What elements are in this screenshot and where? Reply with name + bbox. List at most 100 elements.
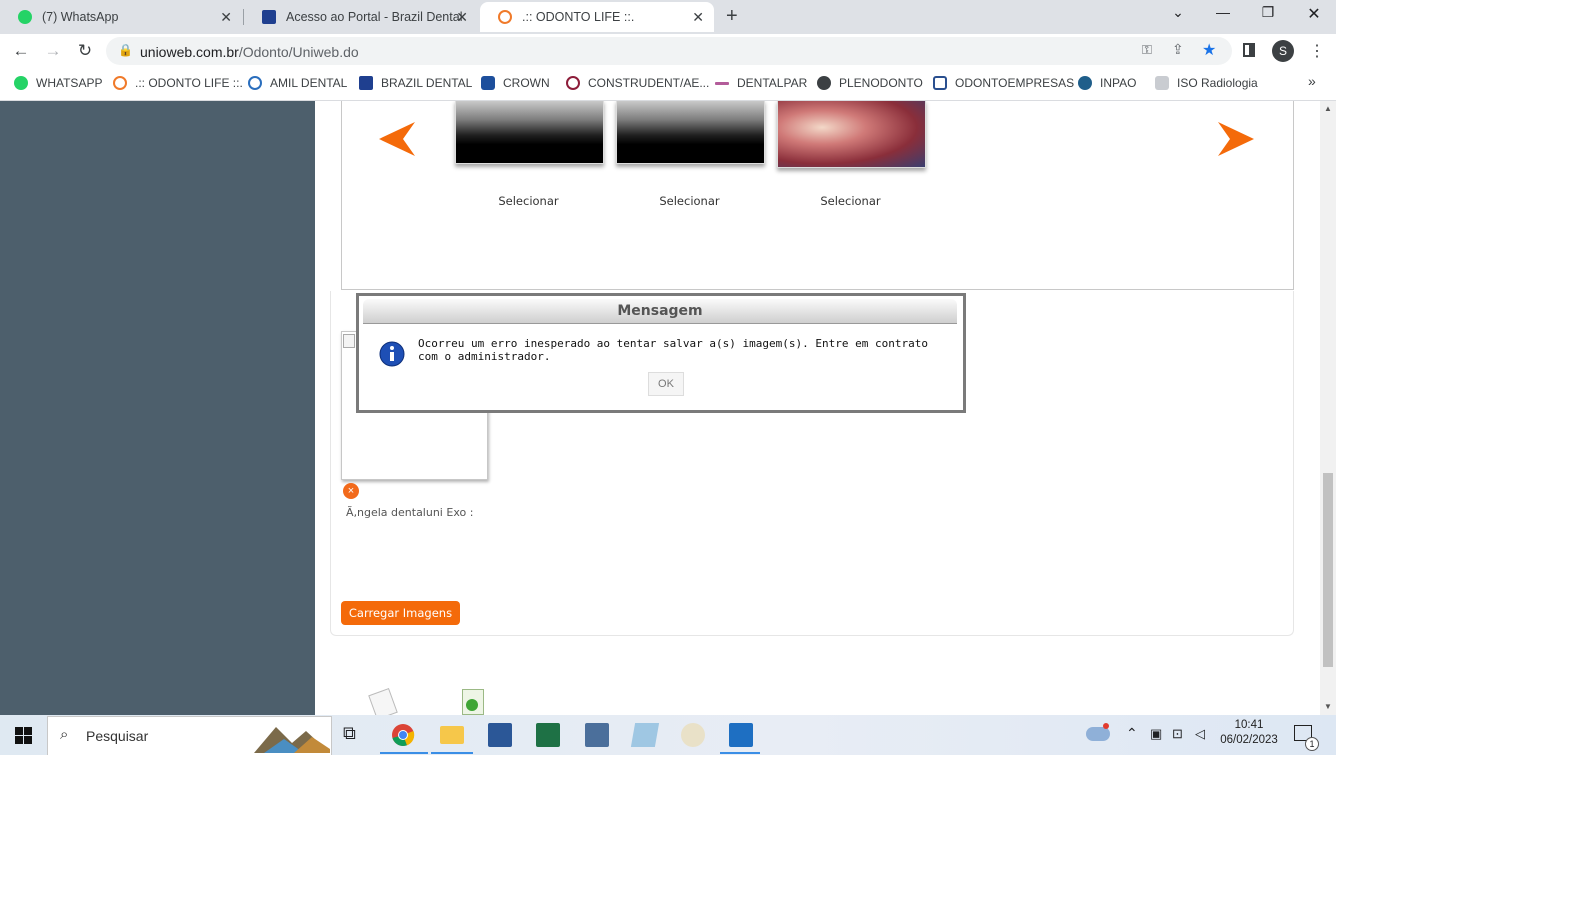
message-dialog: Mensagem Ocorreu um erro inesperado ao t… [356,293,966,413]
notification-count-badge: 1 [1305,737,1319,751]
chrome-icon[interactable] [391,723,415,747]
dialog-ok-button[interactable]: OK [648,372,684,396]
bookmark-iso-radiologia[interactable]: ISO Radiologia [1155,76,1258,90]
close-tab-icon[interactable]: ✕ [220,9,232,26]
weather-cloud-icon[interactable] [1086,727,1110,741]
scroll-up-icon[interactable]: ▲ [1324,104,1332,113]
select-link-1[interactable]: Selecionar [455,194,602,208]
check-icon [466,699,478,711]
tooth-icon [933,76,947,90]
lock-icon: 🔒 [118,43,133,57]
address-bar[interactable]: 🔒 unioweb.com.br/Odonto/Uniweb.do ⚿ ⇪ ★ [106,37,1232,65]
side-panel-icon[interactable] [1243,43,1255,57]
show-hidden-icons-icon[interactable]: ⌃ [1126,725,1138,742]
close-tab-icon[interactable]: ✕ [692,9,704,26]
share-icon[interactable]: ⇪ [1172,41,1184,58]
thumbnail-xray-1[interactable] [455,101,604,164]
tab-search-icon[interactable]: ⌄ [1166,4,1190,26]
volume-muted-icon[interactable]: ◁ [1195,726,1205,742]
back-icon[interactable]: ← [10,40,32,62]
profile-avatar[interactable]: S [1272,40,1294,62]
inpao-icon [1078,76,1092,90]
thumbnail-photo-mouth[interactable] [777,101,926,168]
photos-icon[interactable] [729,723,753,747]
clock[interactable]: 10:41 06/02/2023 [1218,719,1280,746]
network-icon[interactable]: ⊡ [1172,726,1183,742]
new-tab-button[interactable]: + [726,5,738,28]
close-tab-icon[interactable]: ✕ [456,9,468,26]
file-explorer-icon[interactable] [440,726,464,744]
left-sidebar [0,101,315,715]
construdent-icon [566,76,580,90]
image-check-icon[interactable] [462,689,484,715]
whatsapp-icon [18,10,32,24]
scroll-down-icon[interactable]: ▼ [1324,702,1332,711]
bookmark-construdent[interactable]: CONSTRUDENT/AE... [566,76,709,90]
task-view-icon[interactable]: ⧉ [343,723,367,747]
word-icon[interactable] [488,723,512,747]
key-icon[interactable]: ⚿ [1142,42,1152,58]
iso-icon [1155,76,1169,90]
scrollbar-thumb[interactable] [1323,473,1333,667]
select-link-2[interactable]: Selecionar [616,194,763,208]
taskbar-search-placeholder: Pesquisar [86,728,149,744]
forward-icon[interactable]: → [42,40,64,62]
brazil-dental-icon [262,10,276,24]
select-link-3[interactable]: Selecionar [777,194,924,208]
brazil-dental-icon [359,76,373,90]
prev-arrow-icon[interactable] [379,122,415,156]
minimize-icon[interactable]: — [1211,4,1235,26]
bookmark-crown[interactable]: CROWN [481,76,550,90]
thumbnail-xray-2[interactable] [616,101,765,164]
reload-icon[interactable]: ↻ [74,40,96,62]
paint-icon[interactable] [681,723,705,747]
page-content: Selecionar Selecionar Selecionar × Ã‚nge… [0,101,1320,715]
tab-title: Acesso ao Portal - Brazil Dental [286,10,463,24]
menu-kebab-icon[interactable]: ⋮ [1309,41,1325,61]
excel-icon[interactable] [536,723,560,747]
screen: (7) WhatsApp ✕ Acesso ao Portal - Brazil… [0,0,1336,755]
dialog-message: Ocorreu um erro inesperado ao tentar sal… [418,337,928,363]
weather-alert-dot [1103,723,1109,729]
bookmark-amil-dental[interactable]: AMIL DENTAL [248,76,347,90]
windows-taskbar: ⌕ Pesquisar ⧉ ⌃ ▣ ⊡ ◁ 10:41 06/02/2023 1 [0,715,1336,755]
globe-icon [817,76,831,90]
bookmarks-overflow-icon[interactable]: » [1308,73,1316,89]
search-icon: ⌕ [60,726,69,743]
browser-tab-bar: (7) WhatsApp ✕ Acesso ao Portal - Brazil… [0,0,1336,34]
meet-icon[interactable]: ▣ [1150,726,1162,742]
tab-title: .:: ODONTO LIFE ::. [522,10,635,24]
tab-whatsapp[interactable]: (7) WhatsApp ✕ [0,2,242,32]
close-window-icon[interactable]: ✕ [1302,4,1326,26]
tab-title: (7) WhatsApp [42,10,119,24]
amil-icon [248,76,262,90]
bookmark-odontoempresas[interactable]: ODONTOEMPRESAS [933,76,1074,90]
document-icon[interactable] [368,688,398,715]
bookmark-whatsapp[interactable]: WHATSAPP [14,76,102,90]
dialog-title: Mensagem [363,299,957,324]
page-scrollbar[interactable]: ▲ ▼ [1320,101,1336,715]
url-text: unioweb.com.br/Odonto/Uniweb.do [140,44,359,60]
upload-images-button[interactable]: Carregar Imagens [341,601,460,625]
tab-odonto-life[interactable]: .:: ODONTO LIFE ::. ✕ [480,2,714,32]
notepad-icon[interactable] [630,723,660,747]
image-caption: Ã‚ngela dentaluni Exo : [346,506,474,519]
bookmark-dentalpar[interactable]: DENTALPAR [715,76,807,90]
image-gallery: Selecionar Selecionar Selecionar [341,101,1294,290]
bookmark-plenodonto[interactable]: PLENODONTO [817,76,923,90]
remove-image-button[interactable]: × [343,483,359,499]
browser-toolbar: ← → ↻ 🔒 unioweb.com.br/Odonto/Uniweb.do … [0,34,1336,68]
taskbar-search-box[interactable]: ⌕ Pesquisar [47,716,332,755]
windows-start-icon[interactable] [15,727,32,744]
clock-time: 10:41 [1234,719,1264,731]
bookmark-star-icon[interactable]: ★ [1202,40,1216,60]
bookmark-brazil-dental[interactable]: BRAZIL DENTAL [359,76,472,90]
dentalpar-icon [715,81,729,85]
tab-brazil-dental[interactable]: Acesso ao Portal - Brazil Dental ✕ [244,2,478,32]
explorer-active-indicator [431,752,473,754]
next-arrow-icon[interactable] [1218,122,1254,156]
calculator-icon[interactable] [585,723,609,747]
restore-icon[interactable]: ❐ [1256,4,1280,26]
bookmark-odonto-life[interactable]: .:: ODONTO LIFE ::. [113,76,243,90]
bookmark-inpao[interactable]: INPAO [1078,76,1136,90]
